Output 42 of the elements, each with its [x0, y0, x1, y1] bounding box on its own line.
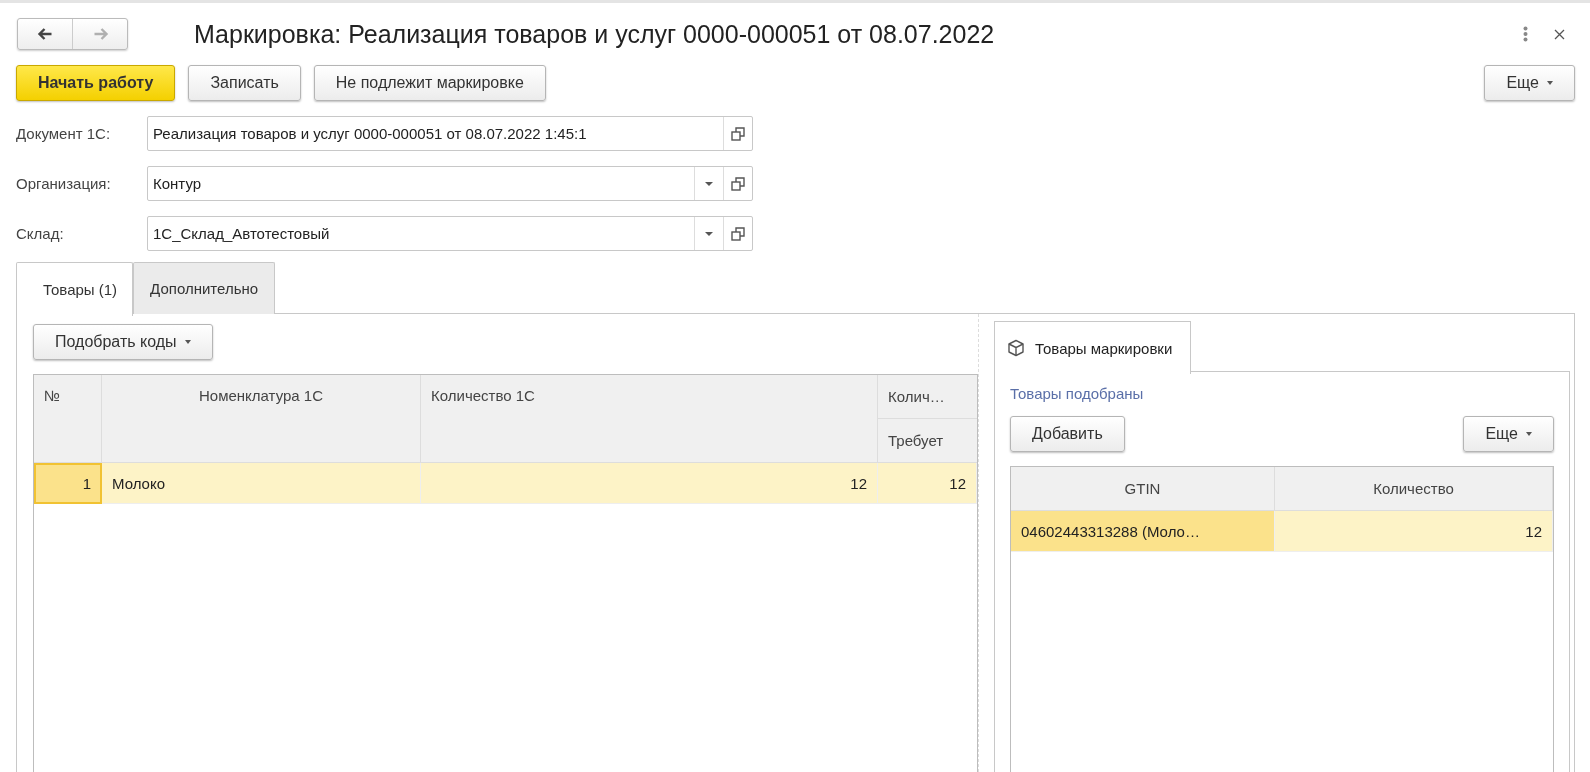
window-title: Маркировка: Реализация товаров и услуг 0000-000051 от 08.07.2022 — [194, 19, 996, 49]
tab[interactable]: Дополнительно — [133, 262, 276, 314]
column-header[interactable]: № — [34, 375, 102, 463]
toolbar-button[interactable]: Записать — [188, 65, 301, 101]
table-cell[interactable]: 12 — [1275, 511, 1553, 552]
input-field[interactable]: 1С_Склад_Автотестовый — [147, 216, 753, 251]
tab[interactable]: Товары (1) — [16, 262, 134, 316]
pick-codes-button[interactable]: Подобрать коды — [33, 324, 213, 360]
table-cell[interactable]: 1 — [34, 463, 102, 504]
more-button[interactable]: Еще — [1463, 416, 1554, 452]
add-button[interactable]: Добавить — [1010, 416, 1125, 452]
table-cell[interactable]: 12 — [421, 463, 878, 504]
status-text: Товары подобраны — [1010, 385, 1145, 402]
box-icon — [1007, 339, 1025, 357]
column-header[interactable]: Количество 1С — [421, 375, 878, 463]
column-header[interactable]: Количество — [1275, 467, 1553, 511]
start-button[interactable]: Начать работу — [16, 65, 176, 101]
caret-icon — [184, 340, 191, 344]
field-label: Склад: — [16, 225, 65, 242]
open-window-icon[interactable] — [731, 226, 745, 241]
close-icon[interactable] — [1554, 28, 1565, 40]
open-window-icon[interactable] — [731, 176, 745, 191]
toolbar-button[interactable]: Не подлежит маркировке — [313, 65, 546, 101]
table-cell[interactable]: Молоко — [102, 463, 421, 504]
input-field[interactable]: Контур — [147, 166, 753, 201]
input-field[interactable]: Реализация товаров и услуг 0000-000051 от 08.07.2022 1:45:1 — [147, 116, 753, 151]
more-menu-icon[interactable] — [1523, 26, 1528, 42]
column-header[interactable]: Номенклатура 1С — [102, 375, 421, 463]
column-header[interactable]: Колич… — [878, 375, 977, 419]
field-label: Документ 1С: — [16, 125, 112, 142]
dropdown-caret-icon[interactable] — [705, 231, 713, 236]
column-header[interactable]: GTIN — [1011, 467, 1275, 511]
field-label: Организация: — [16, 175, 112, 192]
table-cell[interactable]: 04602443313288 (Моло… — [1011, 511, 1275, 552]
caret-icon — [1547, 81, 1553, 85]
caret-icon — [1526, 432, 1532, 436]
column-header[interactable]: Требует — [878, 419, 977, 463]
table-cell[interactable]: 12 — [878, 463, 977, 504]
open-window-icon[interactable] — [731, 126, 745, 141]
tab[interactable]: Товары маркировки — [994, 321, 1192, 374]
dropdown-caret-icon[interactable] — [705, 181, 713, 186]
more-button[interactable]: Еще — [1484, 65, 1575, 101]
